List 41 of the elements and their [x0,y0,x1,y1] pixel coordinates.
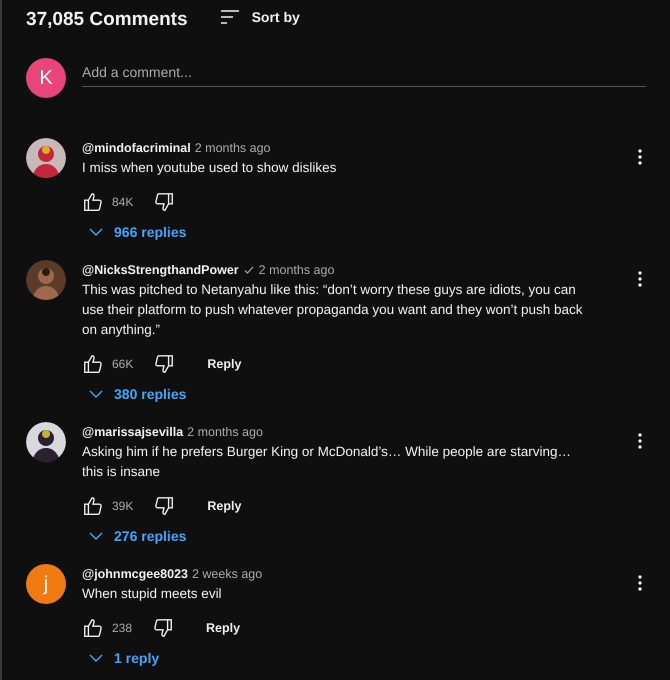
chevron-down-icon [88,653,104,663]
dislike-button[interactable] [152,617,174,639]
sort-icon [220,9,240,25]
user-avatar: K [26,58,66,98]
reply-button[interactable]: Reply [203,351,246,377]
sort-button[interactable]: Sort by [220,9,300,25]
like-count: 39K [112,499,134,513]
comment-input[interactable]: Add a comment... [82,60,646,86]
comment-text: I miss when youtube used to show dislikes [82,159,338,177]
replies-toggle[interactable]: 966 replies [82,220,192,244]
comment-time: 2 months ago [194,141,270,155]
comment-author[interactable]: @NicksStrengthandPower [82,263,239,277]
comment-author[interactable]: @mindofacriminal [82,141,191,155]
dislike-button[interactable] [153,495,176,517]
comment-text: This was pitched to Netanyahu like this: “don’t worry these guys are idiots, you can use their platform to push whatever propaganda you want and they won’t push back on anything.” [82,281,584,339]
chevron-down-icon [88,531,104,541]
replies-toggle[interactable]: 1 reply [82,646,166,670]
comment-time: 2 weeks ago [192,567,262,581]
like-button[interactable] [82,353,104,375]
like-button[interactable] [82,495,104,517]
comment-text: When stupid meets evil [82,585,223,603]
replies-toggle[interactable]: 276 replies [82,524,192,548]
comment-time: 2 months ago [258,263,334,277]
comment-text: Asking him if he prefers Burger King or McDonald’s… While people are starving… this is insane [82,443,572,481]
chevron-down-icon [88,389,104,399]
reply-button[interactable]: Reply [203,493,246,519]
like-count: 238 [112,621,132,635]
dislike-button[interactable] [153,353,176,375]
dislike-button[interactable] [153,191,176,213]
reply-button[interactable]: Reply [202,615,244,641]
comments-count: 37,085 Comments [26,9,188,31]
chevron-down-icon [88,227,104,237]
like-count: 84K [112,195,134,209]
replies-toggle[interactable]: 380 replies [82,382,192,406]
comment-author[interactable]: @marissajsevilla [82,425,184,439]
user-avatar: j [26,564,66,604]
like-button[interactable] [82,191,104,213]
like-button[interactable] [82,617,104,639]
comment-author[interactable]: @johnmcgee8023 [82,567,188,581]
like-count: 66K [112,357,134,371]
comment-time: 2 months ago [187,425,263,439]
